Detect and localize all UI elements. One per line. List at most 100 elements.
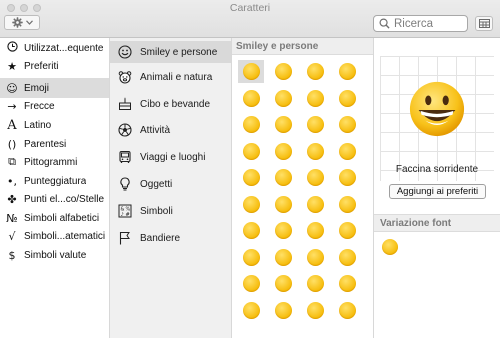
emoji-cell[interactable] [334, 60, 360, 83]
emoji-cell[interactable] [270, 246, 296, 269]
category-travel-places[interactable]: Viaggi e luoghi [110, 146, 231, 168]
category-label: Simboli [140, 205, 173, 217]
sidebar-item-latin[interactable]: A Latino [0, 115, 109, 135]
category-activity[interactable]: Attività [110, 119, 231, 141]
emoji-cell[interactable] [302, 246, 328, 269]
sidebar-item-label: Frecce [24, 100, 55, 112]
category-food-drink[interactable]: Cibo e bevande [110, 93, 231, 115]
expand-view-button[interactable] [475, 16, 493, 31]
category-label: Oggetti [140, 178, 173, 190]
emoji-cell[interactable] [302, 113, 328, 136]
action-menu-button[interactable] [4, 15, 40, 30]
category-label: Animali e natura [140, 71, 213, 83]
emoji-cell[interactable] [238, 299, 264, 322]
search-icon [379, 18, 390, 29]
emoji-cell[interactable] [302, 299, 328, 322]
emoji-cell[interactable] [238, 166, 264, 189]
sidebar-item-parentheses[interactable]: () Parentesi [0, 134, 109, 154]
category-objects[interactable]: Oggetti [110, 173, 231, 195]
emoji-face-icon [338, 301, 356, 319]
emoji-face-icon [338, 275, 356, 292]
emoji-cell[interactable] [302, 140, 328, 163]
emoji-cell[interactable] [238, 140, 264, 163]
emoji-cell[interactable] [270, 299, 296, 322]
emoji-cell[interactable] [302, 87, 328, 110]
sidebar-item-bullets-stars[interactable]: ✤ Punti el...co/Stelle [0, 189, 109, 209]
emoji-cell[interactable] [238, 113, 264, 136]
emoji-cell[interactable] [238, 219, 264, 242]
search-field[interactable]: Ricerca [373, 15, 468, 32]
emoji-face-icon [242, 169, 260, 186]
sidebar-item-label: Latino [24, 119, 52, 131]
emoji-cell[interactable] [302, 60, 328, 83]
sidebar-item-math-symbols[interactable]: √ Simboli...atematici [0, 226, 109, 246]
emoji-cell[interactable] [238, 246, 264, 269]
emoji-category-list: Smiley e persone Animali e natura Cibo e… [110, 38, 232, 338]
bear-icon [117, 69, 133, 85]
letterlike-icon: № [6, 211, 18, 225]
emoji-face-icon [338, 195, 356, 213]
category-animals-nature[interactable]: Animali e natura [110, 66, 231, 88]
character-detail-pane: Faccina sorridente Aggiungi ai preferiti… [374, 38, 500, 338]
sidebar-item-letterlike-symbols[interactable]: № Simboli alfabetici [0, 208, 109, 228]
emoji-face-icon [338, 169, 356, 186]
svg-text:#: # [126, 212, 130, 218]
emoji-cell[interactable] [270, 140, 296, 163]
chevron-down-icon [25, 20, 33, 25]
character-preview [380, 56, 494, 181]
emoji-cell[interactable] [302, 166, 328, 189]
category-symbols[interactable]: &% ♪ # Simboli [110, 200, 231, 222]
smiley-outline-icon [117, 44, 133, 60]
font-variant-emoji[interactable] [382, 239, 400, 257]
grinning-face-icon [382, 239, 398, 255]
emoji-cell[interactable] [270, 113, 296, 136]
emoji-cell[interactable] [270, 193, 296, 216]
svg-text:♪: ♪ [121, 212, 124, 218]
sidebar-item-frequently-used[interactable]: Utilizzat...equente [0, 38, 109, 58]
emoji-face-icon [306, 116, 324, 133]
emoji-cell[interactable] [270, 87, 296, 110]
pictogram-icon: ⧉ [8, 155, 16, 168]
emoji-face-icon [338, 142, 356, 160]
emoji-cell[interactable] [334, 166, 360, 189]
emoji-cell[interactable] [334, 140, 360, 163]
symbols-icon: &% ♪ # [117, 203, 133, 219]
emoji-cell[interactable] [238, 60, 264, 83]
emoji-cell[interactable] [334, 246, 360, 269]
emoji-face-icon [306, 169, 324, 186]
emoji-cell[interactable] [334, 219, 360, 242]
emoji-face-icon [242, 63, 260, 80]
category-smileys-people[interactable]: Smiley e persone [110, 41, 231, 63]
emoji-cell[interactable] [270, 219, 296, 242]
category-flags[interactable]: Bandiere [110, 227, 231, 249]
emoji-cell[interactable] [238, 272, 264, 295]
character-grid: Smiley e persone [232, 38, 374, 338]
emoji-cell[interactable] [334, 87, 360, 110]
sidebar-item-pictographs[interactable]: ⧉ Pittogrammi [0, 152, 109, 172]
sidebar-item-label: Emoji [24, 82, 50, 94]
emoji-cell[interactable] [334, 272, 360, 295]
emoji-cell[interactable] [270, 60, 296, 83]
sidebar-item-punctuation[interactable]: •, Punteggiatura [0, 171, 109, 191]
emoji-cell[interactable] [334, 113, 360, 136]
sidebar-item-favorites[interactable]: ★ Preferiti [0, 56, 109, 76]
add-to-favorites-button[interactable]: Aggiungi ai preferiti [389, 184, 486, 199]
soccer-ball-icon [117, 122, 133, 138]
emoji-cell[interactable] [302, 219, 328, 242]
emoji-cell[interactable] [334, 299, 360, 322]
emoji-cell[interactable] [238, 87, 264, 110]
emoji-cell[interactable] [238, 193, 264, 216]
sidebar-item-arrows[interactable]: → Frecce [0, 96, 109, 116]
star-icon: ★ [7, 59, 17, 73]
emoji-cell[interactable] [270, 272, 296, 295]
emoji-cell[interactable] [302, 272, 328, 295]
emoji-face-icon [274, 116, 292, 133]
clock-icon [4, 41, 20, 55]
emoji-face-icon [306, 275, 324, 292]
sidebar-item-currency-symbols[interactable]: $ Simboli valute [0, 245, 109, 265]
emoji-cell[interactable] [334, 193, 360, 216]
emoji-cell[interactable] [270, 166, 296, 189]
sidebar-item-emoji[interactable]: ☺ Emoji [0, 78, 109, 98]
cake-icon [117, 96, 133, 112]
emoji-cell[interactable] [302, 193, 328, 216]
